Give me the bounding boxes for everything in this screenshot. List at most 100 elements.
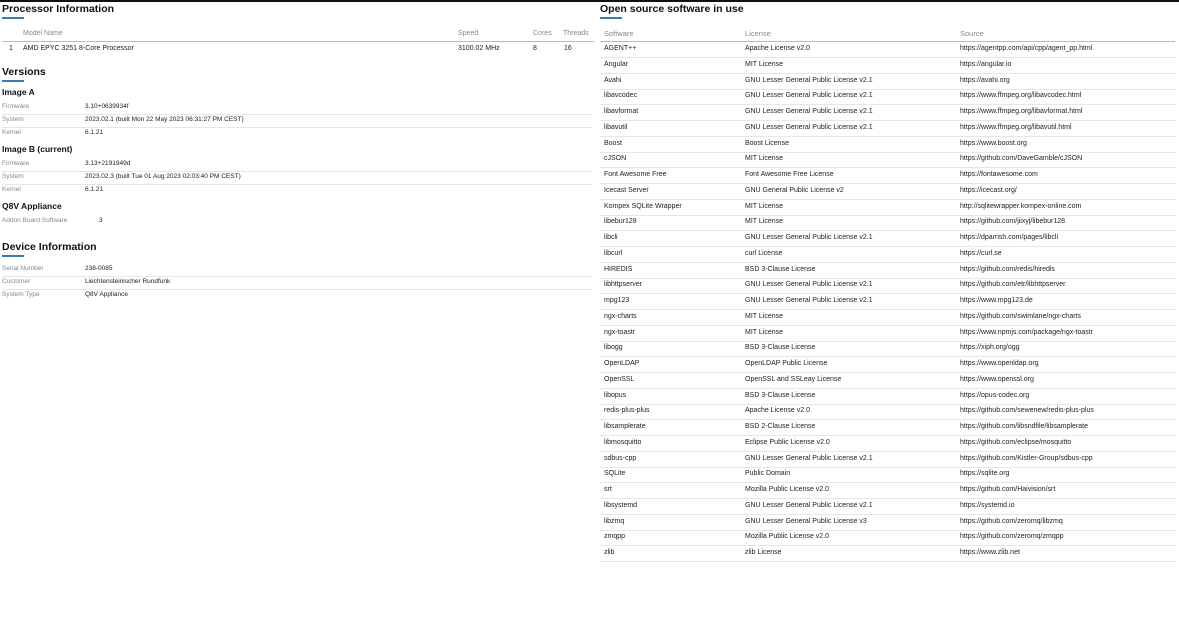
software-name: cJSON: [604, 155, 627, 163]
device-title-accent: [2, 255, 24, 257]
image-a-title: Image A: [2, 87, 35, 97]
source-url: https://github.com/sewenew/redis-plus-pl…: [960, 407, 1094, 415]
source-url: https://www.zlib.net: [960, 549, 1020, 556]
license-name: GNU Lesser General Public License v3: [745, 517, 867, 525]
source-url: https://github.com/libsndfile/libsampler…: [960, 423, 1089, 430]
software-name: OpenSSL: [604, 375, 635, 383]
license-name: Font Awesome Free License: [745, 171, 834, 178]
source-url: https://angular.io: [960, 60, 1012, 68]
addon-value: 3: [99, 217, 103, 224]
col-threads: Threads: [563, 30, 589, 37]
serial-label: Serial Number: [2, 265, 44, 272]
col-source: Source: [960, 29, 984, 38]
source-url: https://www.mpg123.de: [960, 297, 1033, 304]
table-row: zlib zlib License https://www.zlib.net: [600, 546, 1175, 562]
source-url: https://github.com/redis/hiredis: [960, 265, 1055, 273]
license-name: GNU Lesser General Public License v2.1: [745, 501, 873, 509]
license-name: Public Domain: [745, 470, 791, 478]
software-name: Icecast Server: [604, 186, 649, 194]
system-label: System: [2, 173, 24, 180]
source-url: https://github.com/jiixyj/libebur128: [960, 218, 1066, 226]
software-name: libavformat: [604, 108, 639, 115]
license-name: GNU Lesser General Public License v2.1: [745, 123, 873, 131]
col-license: License: [745, 29, 771, 38]
license-name: MIT License: [745, 218, 783, 226]
source-url: https://systemd.io: [960, 501, 1015, 509]
source-url: https://xiph.org/ogg: [960, 344, 1020, 352]
software-name: libcurl: [604, 249, 623, 257]
source-url: https://agentpp.com/api/cpp/agent_pp.htm…: [960, 45, 1093, 52]
customer-value: Liechtensteinischer Rundfunk: [85, 278, 171, 285]
col-speed: Speed: [458, 30, 479, 37]
opensource-title-accent: [600, 17, 622, 19]
license-name: Mozilla Public License v2.0: [745, 486, 830, 493]
software-name: redis-plus-plus: [604, 407, 650, 415]
cpu-speed: 3100.02 MHz: [458, 45, 500, 52]
software-name: libavcodec: [604, 92, 638, 100]
source-url: https://opus-codec.org: [960, 391, 1030, 399]
table-row: libebur128 MIT License https://github.com/…: [600, 215, 1175, 232]
opensource-section: Open source software in use: [600, 3, 744, 19]
software-name: ngx-charts: [604, 312, 637, 320]
license-name: curl License: [745, 249, 783, 257]
opensource-title: Open source software in use: [600, 3, 744, 15]
license-name: GNU Lesser General Public License v2.1: [745, 454, 873, 462]
software-name: zmqpp: [604, 533, 626, 541]
table-row: zmqpp Mozilla Public License v2.0 https://…: [600, 530, 1175, 547]
software-name: Angular: [604, 60, 629, 68]
source-url: https://github.com/Haivision/srt: [960, 486, 1056, 493]
source-url: https://www.ffmpeg.org/libavformat.html: [960, 108, 1083, 115]
software-name: libogg: [604, 344, 623, 352]
table-row: 1 AMD EPYC 3251 8-Core Processor 3100.02…: [2, 43, 594, 56]
image-b-kernel-row: Kernel 6.1.21: [2, 184, 592, 197]
col-software: Software: [604, 29, 634, 38]
table-row: OpenSSL OpenSSL and SSLeay License https:/…: [600, 373, 1175, 389]
license-name: GNU General Public License v2: [745, 186, 844, 194]
software-name: ngx-toastr: [604, 328, 636, 336]
image-b-title: Image B (current): [2, 144, 73, 154]
table-row: redis-plus-plus Apache License v2.0 https:…: [600, 404, 1175, 421]
source-url: https://www.openldap.org: [960, 360, 1039, 367]
col-cores: Cores: [533, 30, 552, 37]
software-name: libebur128: [604, 218, 637, 226]
addon-row: Addon Board Software 3: [2, 215, 592, 228]
firmware-label: Firmware: [2, 160, 30, 167]
license-name: zlib License: [745, 549, 782, 556]
versions-section: Versions: [2, 66, 46, 82]
license-name: BSD 2-Clause License: [745, 423, 816, 430]
license-name: Mozilla Public License v2.0: [745, 533, 830, 541]
kernel-label: Kernel: [2, 186, 21, 193]
addon-label: Addon Board Software: [2, 217, 68, 224]
source-url: https://www.ffmpeg.org/libavutil.html: [960, 123, 1072, 131]
table-row: libsystemd GNU Lesser General Public Lice…: [600, 499, 1175, 515]
table-row: Icecast Server GNU General Public License…: [600, 184, 1175, 200]
image-b-kernel-value: 6.1.21: [85, 186, 104, 193]
table-row: cJSON MIT License https://github.com/DaveG…: [600, 152, 1175, 169]
table-row: ngx-toastr MIT License https://www.npmjs.c…: [600, 326, 1175, 342]
software-name: libsystemd: [604, 501, 638, 509]
software-name: Kompex SQLite Wrapper: [604, 202, 682, 210]
source-url: https://dparrish.com/pages/libcli: [960, 234, 1059, 241]
versions-title-accent: [2, 80, 24, 82]
device-section: Device Information: [2, 241, 97, 257]
customer-row: Customer Liechtensteinischer Rundfunk: [2, 276, 592, 290]
customer-label: Customer: [2, 278, 31, 285]
software-name: mpg123: [604, 297, 630, 304]
license-name: GNU Lesser General Public License v2.1: [745, 234, 873, 241]
image-b-firmware-row: Firmware 3.13+2191949d: [2, 158, 592, 172]
source-url: https://github.com/zeromq/libzmq: [960, 517, 1063, 525]
license-name: BSD 3-Clause License: [745, 265, 816, 273]
device-title: Device Information: [2, 241, 97, 253]
table-row: libavutil GNU Lesser General Public Licen…: [600, 121, 1175, 137]
image-a-firmware-value: 3.10+0639934f: [85, 103, 129, 110]
table-row: libavformat GNU Lesser General Public Lic…: [600, 105, 1175, 121]
software-name: OpenLDAP: [604, 360, 640, 367]
table-row: libsamplerate BSD 2-Clause License https:/…: [600, 420, 1175, 436]
license-name: Eclipse Public License v2.0: [745, 438, 830, 446]
system-type-value: Q8V Appliance: [85, 291, 129, 298]
table-row: libzmq GNU Lesser General Public License …: [600, 515, 1175, 531]
table-row: srt Mozilla Public License v2.0 https://gi…: [600, 483, 1175, 499]
software-name: libzmq: [604, 517, 625, 525]
table-row: Avahi GNU Lesser General Public License v…: [600, 74, 1175, 90]
source-url: https://sqlite.org: [960, 470, 1010, 478]
